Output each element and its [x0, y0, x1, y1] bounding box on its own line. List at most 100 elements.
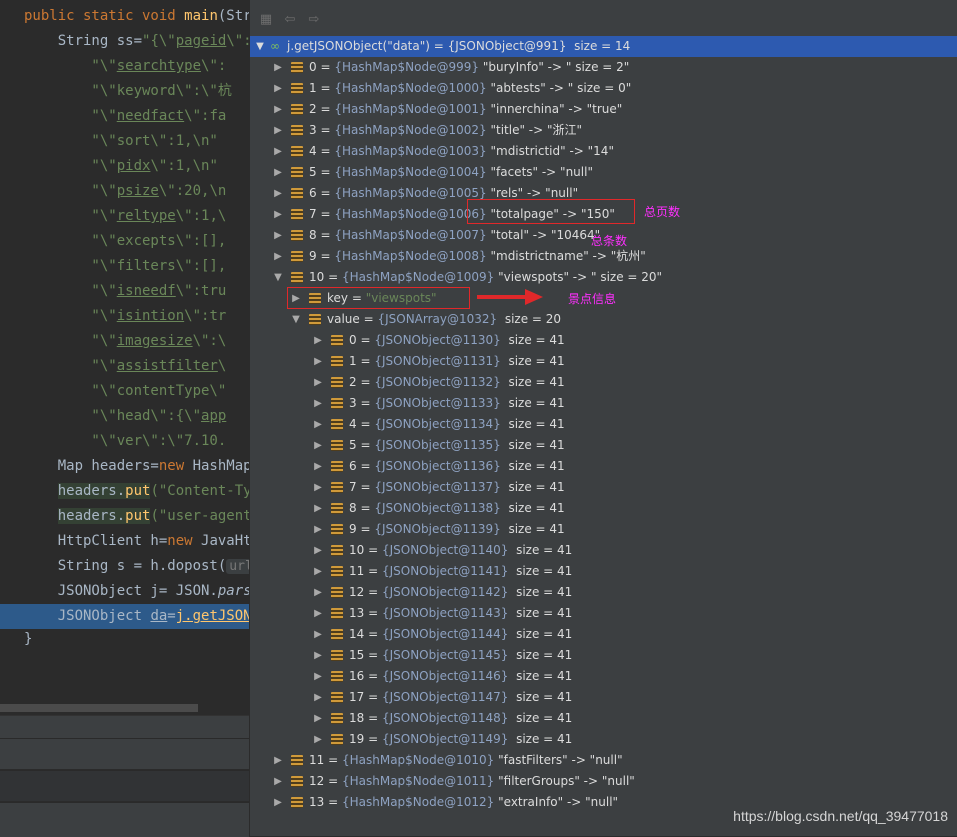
expand-arrow-icon[interactable]: ▶ — [312, 582, 324, 603]
expand-arrow-icon[interactable]: ▶ — [272, 204, 284, 225]
code-line[interactable]: "\"psize\":20,\n — [0, 179, 249, 204]
expand-arrow-icon[interactable]: ▶ — [312, 645, 324, 666]
expand-arrow-icon[interactable]: ▶ — [272, 750, 284, 771]
expand-arrow-icon[interactable]: ▶ — [272, 246, 284, 267]
tree-row-entry[interactable]: ▶ 11 = {HashMap$Node@1010} "fastFilters" … — [250, 750, 957, 771]
code-line[interactable]: "\"keyword\":\"杭 — [0, 79, 249, 104]
expand-arrow-icon[interactable]: ▶ — [312, 330, 324, 351]
editor-horizontal-scrollbar[interactable] — [0, 704, 198, 712]
code-line[interactable]: headers.put("Content-Typ — [0, 479, 249, 504]
collapse-arrow-icon[interactable]: ▼ — [290, 309, 302, 330]
code-line[interactable]: "\"excepts\":[], — [0, 229, 249, 254]
tree-row-array-item[interactable]: ▶ 18 = {JSONObject@1148} size = 41 — [250, 708, 957, 729]
tree-row-array-item[interactable]: ▶ 11 = {JSONObject@1141} size = 41 — [250, 561, 957, 582]
expand-arrow-icon[interactable]: ▶ — [272, 141, 284, 162]
expand-arrow-icon[interactable]: ▶ — [312, 708, 324, 729]
code-line[interactable]: "\"head\":{\"app — [0, 404, 249, 429]
code-line[interactable]: "\"ver\":\"7.10. — [0, 429, 249, 454]
expand-arrow-icon[interactable]: ▶ — [312, 498, 324, 519]
code-line[interactable]: "\"sort\":1,\n" — [0, 129, 249, 154]
tree-row-entry[interactable]: ▶ 0 = {HashMap$Node@999} "buryInfo" -> " … — [250, 57, 957, 78]
code-line[interactable]: public static void main(Stri — [0, 4, 249, 29]
item-type: {JSONObject@1144} — [381, 627, 509, 641]
expand-arrow-icon[interactable]: ▶ — [272, 99, 284, 120]
tree-row-array-item[interactable]: ▶ 10 = {JSONObject@1140} size = 41 — [250, 540, 957, 561]
item-eq: = — [356, 438, 375, 452]
tree-row-array-item[interactable]: ▶ 3 = {JSONObject@1133} size = 41 — [250, 393, 957, 414]
tree-row-array-item[interactable]: ▶ 5 = {JSONObject@1135} size = 41 — [250, 435, 957, 456]
code-line[interactable]: "\"contentType\" — [0, 379, 249, 404]
expand-arrow-icon[interactable]: ▶ — [312, 372, 324, 393]
expand-arrow-icon[interactable]: ▶ — [272, 771, 284, 792]
expand-arrow-icon[interactable]: ▶ — [312, 729, 324, 750]
tree-row-array-item[interactable]: ▶ 16 = {JSONObject@1146} size = 41 — [250, 666, 957, 687]
code-line[interactable]: "\"imagesize\":\ — [0, 329, 249, 354]
forward-arrow-icon[interactable]: ⇨ — [306, 12, 322, 28]
tree-row-array-item[interactable]: ▶ 8 = {JSONObject@1138} size = 41 — [250, 498, 957, 519]
expand-arrow-icon[interactable]: ▶ — [312, 414, 324, 435]
tree-row-array-item[interactable]: ▶ 2 = {JSONObject@1132} size = 41 — [250, 372, 957, 393]
tree-row-entry[interactable]: ▶ 3 = {HashMap$Node@1002} "title" -> "浙江" — [250, 120, 957, 141]
expand-arrow-icon[interactable]: ▶ — [272, 183, 284, 204]
code-line[interactable]: "\"assistfilter\ — [0, 354, 249, 379]
tree-row-array-item[interactable]: ▶ 1 = {JSONObject@1131} size = 41 — [250, 351, 957, 372]
expand-arrow-icon[interactable]: ▶ — [312, 351, 324, 372]
expand-arrow-icon[interactable]: ▶ — [312, 477, 324, 498]
code-line[interactable]: JSONObject j= JSON.parse — [0, 579, 249, 604]
expand-arrow-icon[interactable]: ▶ — [272, 57, 284, 78]
tree-row-array-item[interactable]: ▶ 15 = {JSONObject@1145} size = 41 — [250, 645, 957, 666]
tree-root-row[interactable]: ▼ ∞ j.getJSONObject("data") = {JSONObject@… — [250, 36, 957, 57]
tree-row-entry[interactable]: ▶ 4 = {HashMap$Node@1003} "mdistrictid" -… — [250, 141, 957, 162]
expand-arrow-icon[interactable]: ▶ — [312, 393, 324, 414]
code-line[interactable]: "\"pidx\":1,\n" — [0, 154, 249, 179]
expand-arrow-icon[interactable]: ▶ — [312, 624, 324, 645]
tree-row-entry[interactable]: ▶ 5 = {HashMap$Node@1004} "facets" -> "nu… — [250, 162, 957, 183]
expand-arrow-icon[interactable]: ▶ — [272, 78, 284, 99]
restore-layout-icon[interactable]: ▦ — [258, 12, 274, 28]
tree-row-value[interactable]: ▼ value = {JSONArray@1032} size = 20 — [250, 309, 957, 330]
expand-arrow-icon[interactable]: ▶ — [312, 666, 324, 687]
tree-row-array-item[interactable]: ▶ 14 = {JSONObject@1144} size = 41 — [250, 624, 957, 645]
tree-row-array-item[interactable]: ▶ 17 = {JSONObject@1147} size = 41 — [250, 687, 957, 708]
tree-row-array-item[interactable]: ▶ 9 = {JSONObject@1139} size = 41 — [250, 519, 957, 540]
expand-arrow-icon[interactable]: ▶ — [272, 120, 284, 141]
tree-row-entry[interactable]: ▶ 1 = {HashMap$Node@1000} "abtests" -> " … — [250, 78, 957, 99]
tree-row-array-item[interactable]: ▶ 13 = {JSONObject@1143} size = 41 — [250, 603, 957, 624]
code-line[interactable]: "\"isneedf\":tru — [0, 279, 249, 304]
tree-row-array-item[interactable]: ▶ 4 = {JSONObject@1134} size = 41 — [250, 414, 957, 435]
code-line[interactable]: "\"isintion\":tr — [0, 304, 249, 329]
expand-arrow-icon[interactable]: ▶ — [272, 162, 284, 183]
collapse-arrow-icon[interactable]: ▼ — [254, 36, 266, 57]
code-line[interactable]: String s = h.dopost(url: — [0, 554, 249, 579]
code-line[interactable]: Map headers=new HashMap( — [0, 454, 249, 479]
code-line[interactable]: headers.put("user-agent" — [0, 504, 249, 529]
tree-row-entry[interactable]: ▶ 9 = {HashMap$Node@1008} "mdistrictname"… — [250, 246, 957, 267]
tree-row-array-item[interactable]: ▶ 0 = {JSONObject@1130} size = 41 — [250, 330, 957, 351]
expand-arrow-icon[interactable]: ▶ — [312, 540, 324, 561]
expand-arrow-icon[interactable]: ▶ — [312, 519, 324, 540]
code-line-current[interactable]: JSONObject da=j.getJSONO — [0, 604, 249, 629]
collapse-arrow-icon[interactable]: ▼ — [272, 267, 284, 288]
tree-row-entry[interactable]: ▶ 2 = {HashMap$Node@1001} "innerchina" ->… — [250, 99, 957, 120]
code-line[interactable]: "\"needfact\":fa — [0, 104, 249, 129]
tree-row-entry[interactable]: ▼ 10 = {HashMap$Node@1009} "viewspots" ->… — [250, 267, 957, 288]
code-line[interactable]: "\"reltype\":1,\ — [0, 204, 249, 229]
expand-arrow-icon[interactable]: ▶ — [272, 225, 284, 246]
back-arrow-icon[interactable]: ⇦ — [282, 12, 298, 28]
tree-row-array-item[interactable]: ▶ 7 = {JSONObject@1137} size = 41 — [250, 477, 957, 498]
code-line[interactable]: } — [0, 627, 249, 652]
expand-arrow-icon[interactable]: ▶ — [312, 435, 324, 456]
tree-row-array-item[interactable]: ▶ 19 = {JSONObject@1149} size = 41 — [250, 729, 957, 750]
expand-arrow-icon[interactable]: ▶ — [312, 603, 324, 624]
expand-arrow-icon[interactable]: ▶ — [312, 561, 324, 582]
expand-arrow-icon[interactable]: ▶ — [312, 687, 324, 708]
expand-arrow-icon[interactable]: ▶ — [312, 456, 324, 477]
code-line[interactable]: HttpClient h=new JavaHtt — [0, 529, 249, 554]
tree-row-array-item[interactable]: ▶ 6 = {JSONObject@1136} size = 41 — [250, 456, 957, 477]
code-line[interactable]: "\"filters\":[], — [0, 254, 249, 279]
tree-row-entry[interactable]: ▶ 12 = {HashMap$Node@1011} "filterGroups"… — [250, 771, 957, 792]
code-line[interactable]: "\"searchtype\": — [0, 54, 249, 79]
expand-arrow-icon[interactable]: ▶ — [272, 792, 284, 813]
code-line[interactable]: String ss="{\"pageid\":1 — [0, 29, 249, 54]
tree-row-array-item[interactable]: ▶ 12 = {JSONObject@1142} size = 41 — [250, 582, 957, 603]
